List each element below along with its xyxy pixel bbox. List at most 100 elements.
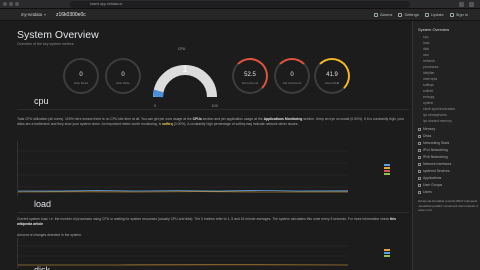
user-icon <box>418 190 421 194</box>
right-sidebar[interactable]: System Overview cpu load disk ram networ… <box>412 21 480 270</box>
settings-button[interactable]: Settings <box>398 11 419 19</box>
sidebar-item-ram[interactable]: ram <box>423 53 429 57</box>
sidebar-item-network[interactable]: network <box>423 59 435 63</box>
sidebar-item-entropy[interactable]: entropy <box>423 95 434 99</box>
cpu-gauge-arc <box>153 65 217 98</box>
legend-swatch <box>384 167 390 169</box>
cpu-chart[interactable] <box>17 141 392 196</box>
gauge-value: 41.9 <box>326 72 338 78</box>
close-window-icon[interactable] <box>3 2 7 6</box>
sidebar-item-idlejitter[interactable]: idlejitter <box>423 71 435 75</box>
minimize-window-icon[interactable] <box>9 2 13 6</box>
sidebar-group-networking-stack[interactable]: Networking Stack <box>418 141 449 145</box>
legend-swatch <box>384 164 390 166</box>
legend-swatch <box>384 249 390 251</box>
update-label: Update <box>430 12 444 17</box>
alarms-button[interactable]: Alarms <box>373 11 392 19</box>
address-bar[interactable]: kasmi.app.netdata.io <box>70 1 410 8</box>
update-icon <box>424 13 429 17</box>
sign-in-icon <box>449 13 454 17</box>
sidebar-item-softirqs[interactable]: softirqs <box>423 83 434 87</box>
gauge-label: Net Outbound <box>282 81 302 85</box>
host-selector[interactable]: my-netdata ▾ <box>18 11 49 19</box>
gauge-label: Disk Read <box>74 81 88 85</box>
sidebar-cgroups-list[interactable]: kubepods-burstable-podc3e1b5a7 kubepods-… <box>418 199 478 213</box>
load-section-title: load <box>34 199 52 209</box>
gear-icon <box>398 13 403 17</box>
dashboard-main[interactable]: System Overview Overview of the key syst… <box>0 21 412 270</box>
interface-icon <box>418 162 421 166</box>
sidebar-item-softnet[interactable]: softnet <box>423 89 433 93</box>
settings-label: Settings <box>404 12 419 17</box>
disk-write-gauge[interactable]: 0 Disk Write <box>105 58 141 94</box>
host-name: my-netdata <box>21 12 42 17</box>
profile-icon[interactable] <box>469 2 474 7</box>
node-name[interactable]: z16k0300e0c <box>56 11 86 19</box>
applications-icon <box>418 176 421 180</box>
legend-swatch <box>384 255 390 257</box>
browser-chrome: kasmi.app.netdata.io <box>0 0 480 9</box>
sidebar-item-load[interactable]: load <box>423 41 429 45</box>
sidebar-group-user-groups[interactable]: User Groups <box>418 183 442 187</box>
cpus-link[interactable]: CPUs <box>193 117 202 121</box>
net-outbound-gauge[interactable]: 0 Net Outbound <box>274 58 310 94</box>
sidebar-group-memory[interactable]: Memory <box>418 127 435 131</box>
maximize-window-icon[interactable] <box>15 2 19 6</box>
sidebar-item-uptime[interactable]: uptime <box>423 101 433 105</box>
sidebar-group-systemd[interactable]: systemd Services <box>418 169 450 173</box>
cpu-gauge[interactable]: CPU 1 0 100 <box>150 47 220 108</box>
sidebar-group-applications[interactable]: Applications <box>418 176 441 180</box>
sidebar-item-clock-sync[interactable]: clock synchronization <box>423 107 455 111</box>
sidebar-group-disks[interactable]: Disks <box>418 134 431 138</box>
gauge-label: Used RAM <box>324 81 340 85</box>
update-button[interactable]: Update <box>424 11 444 19</box>
page-subtitle: Overview of the key system metrics. <box>17 42 75 46</box>
sidebar-item-cpu[interactable]: cpu <box>423 35 428 39</box>
load-chart[interactable] <box>17 238 392 268</box>
services-icon <box>418 169 421 173</box>
sidebar-item-ipc-shared-memory[interactable]: ipc shared memory <box>423 119 452 123</box>
network-icon <box>418 141 421 145</box>
disk-section-title: disk <box>34 265 51 270</box>
disk-icon <box>418 134 421 138</box>
sidebar-group-ipv4[interactable]: IPv4 Networking <box>418 148 448 152</box>
ipv4-icon <box>418 148 421 152</box>
extensions-icon[interactable] <box>459 2 464 7</box>
app-topbar: my-netdata ▾ z16k0300e0c Alarms Settings … <box>0 9 480 21</box>
sidebar-group-users[interactable]: Users <box>418 190 432 194</box>
legend-swatch <box>384 173 390 175</box>
gauge-value: 0 <box>121 72 125 78</box>
memory-icon <box>418 127 421 131</box>
load-chart-legend <box>384 248 390 257</box>
sidebar-group-ipv6[interactable]: IPv6 Networking <box>418 155 448 159</box>
cpu-chart-legend <box>384 163 390 175</box>
gauge-value: 0 <box>79 72 83 78</box>
sign-in-label: Sign in <box>455 12 468 17</box>
ipv6-icon <box>418 155 421 159</box>
sidebar-item-ipc-semaphores[interactable]: ipc semaphores <box>423 113 447 117</box>
sidebar-item-interrupts[interactable]: interrupts <box>423 77 437 81</box>
page-title: System Overview <box>17 29 99 41</box>
section-divider <box>17 212 409 213</box>
sidebar-title[interactable]: System Overview <box>418 27 449 32</box>
cpu-chart-plot <box>17 150 349 193</box>
chevron-down-icon: ▾ <box>43 12 47 17</box>
sidebar-item-disk[interactable]: disk <box>423 47 429 51</box>
window-controls[interactable] <box>3 2 19 6</box>
sidebar-group-network-interfaces[interactable]: Network Interfaces <box>418 162 451 166</box>
net-inbound-gauge[interactable]: 52.5 Net Inbound <box>232 58 268 94</box>
sidebar-item-processes[interactable]: processes <box>423 65 438 69</box>
used-ram-gauge[interactable]: 41.9 Used RAM <box>314 58 350 94</box>
group-icon <box>418 183 421 187</box>
gauge-value: 0 <box>290 72 294 78</box>
applications-monitoring-link[interactable]: Applications Monitoring <box>264 117 303 121</box>
section-divider <box>17 109 409 110</box>
cpu-gauge-value: 1 <box>182 64 188 74</box>
top-menu: Alarms Settings Update Sign in <box>373 11 468 19</box>
disk-read-gauge[interactable]: 0 Disk Read <box>63 58 99 94</box>
gauge-value: 52.5 <box>244 72 256 78</box>
browser-toolbar <box>459 2 474 7</box>
sign-in-button[interactable]: Sign in <box>449 11 468 19</box>
legend-swatch <box>384 252 390 254</box>
cpu-section-title: cpu <box>34 96 49 106</box>
